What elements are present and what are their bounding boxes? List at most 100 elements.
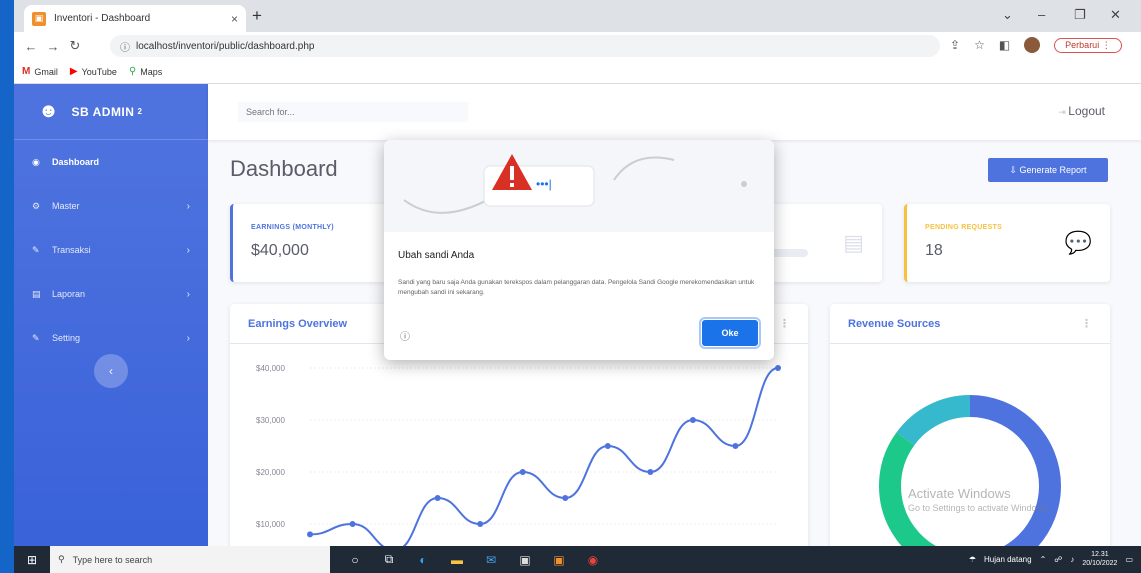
bookmark-label: Gmail: [34, 66, 58, 77]
stat-label: PENDING REQUESTS: [925, 224, 1003, 231]
comments-icon: 💬: [1064, 230, 1092, 255]
data-point: [477, 521, 484, 527]
sidebar-item-label: Dashboard: [52, 157, 100, 167]
data-point: [775, 365, 781, 371]
dialog-title: Ubah sandi Anda: [398, 250, 475, 261]
ok-button[interactable]: Oke: [699, 317, 761, 349]
logout-link[interactable]: ⇥ Logout: [1058, 104, 1105, 118]
y-tick-label: $40,000: [256, 364, 285, 373]
taskbar-search-placeholder: Type here to search: [72, 554, 153, 565]
sidebar-item-laporan[interactable]: ▤ Laporan ›: [14, 272, 208, 316]
taskbar-clock[interactable]: 12.31 20/10/2022: [1082, 551, 1117, 567]
wrench-icon: ✎: [32, 244, 40, 255]
sidebar-item-label: Setting: [52, 333, 81, 343]
weather-text[interactable]: Hujan datang: [984, 555, 1032, 564]
clipboard-icon: ▤: [843, 230, 864, 255]
file-explorer-icon[interactable]: ▬: [446, 550, 468, 570]
password-warning-illustration: •••|: [403, 154, 747, 214]
clock-time: 12.31: [1091, 551, 1109, 559]
tab-favicon-icon: ▣: [32, 11, 46, 26]
generate-report-button[interactable]: ⇩ Generate Report: [988, 158, 1108, 182]
bookmark-maps[interactable]: ⚲ Maps: [129, 66, 162, 77]
chevron-right-icon: ›: [186, 200, 190, 212]
data-point: [689, 417, 696, 423]
sidebar-brand[interactable]: ☻ SB ADMIN 2: [14, 84, 208, 140]
cortana-icon[interactable]: ○: [344, 550, 366, 570]
watermark-title: Activate Windows: [908, 486, 1011, 501]
data-point: [307, 531, 313, 538]
sidepanel-icon[interactable]: ◧: [999, 38, 1010, 52]
brand-superscript: 2: [137, 107, 143, 116]
more-options-icon[interactable]: ⋮: [779, 317, 790, 330]
revenue-donut-chart: [879, 395, 1061, 546]
new-tab-button[interactable]: +: [252, 6, 262, 26]
windows-start-icon[interactable]: ⊞: [14, 553, 50, 567]
sidebar-item-label: Laporan: [52, 289, 86, 299]
task-view-icon[interactable]: ⧉: [378, 550, 400, 570]
edge-icon[interactable]: ◐: [412, 550, 434, 570]
browser-tab[interactable]: ▣ Inventori - Dashboard ×: [24, 5, 246, 32]
reload-icon[interactable]: ↻: [64, 38, 86, 54]
data-point: [604, 443, 611, 449]
browser-tab-bar: ▣ Inventori - Dashboard × + ⌄ – ❐ ✕: [14, 0, 1141, 32]
back-icon[interactable]: ←: [20, 39, 42, 54]
bookmark-youtube[interactable]: ▶ YouTube: [70, 66, 117, 77]
topbar: ⇥ Logout: [208, 84, 1141, 140]
share-icon[interactable]: ⇪: [950, 38, 960, 52]
search-icon: ⚲: [58, 554, 65, 564]
data-point: [732, 443, 739, 449]
bookmark-label: Maps: [140, 66, 163, 77]
brand-text: SB ADMIN: [71, 104, 135, 119]
y-tick-label: $30,000: [256, 416, 285, 425]
earnings-line-chart: $40,000 $30,000 $20,000 $10,000: [256, 364, 781, 546]
update-button[interactable]: Perbarui ⋮: [1054, 37, 1122, 53]
stat-value: $40,000: [251, 242, 309, 259]
chevron-down-icon[interactable]: ⌄: [1002, 7, 1013, 23]
close-window-icon[interactable]: ✕: [1110, 7, 1121, 23]
site-info-icon[interactable]: ⓘ: [120, 39, 130, 54]
notification-icon[interactable]: ▭: [1125, 555, 1133, 564]
network-icon[interactable]: ☍: [1054, 555, 1062, 564]
data-point: [647, 469, 654, 475]
system-tray: ☂ Hujan datang ⌃ ☍ ♪ 12.31 20/10/2022 ▭: [969, 546, 1133, 573]
info-icon[interactable]: ⓘ: [400, 328, 410, 343]
restore-icon[interactable]: ❐: [1074, 7, 1086, 23]
dialog-illustration: •••|: [384, 140, 774, 232]
wrench-icon: ✎: [32, 332, 40, 343]
bookmark-gmail[interactable]: M Gmail: [22, 66, 58, 77]
sidebar-item-transaksi[interactable]: ✎ Transaksi ›: [14, 228, 208, 272]
sidebar-item-master[interactable]: ⚙ Master ›: [14, 184, 208, 228]
store-icon[interactable]: ▣: [514, 550, 536, 570]
dashboard-icon: ◉: [32, 156, 40, 167]
chrome-icon[interactable]: ◉: [582, 550, 604, 570]
cog-icon: ⚙: [32, 200, 41, 211]
sidebar-item-label: Transaksi: [52, 245, 91, 255]
chevron-right-icon: ›: [186, 244, 190, 256]
earnings-series-line: [309, 367, 779, 546]
mail-icon[interactable]: ✉: [480, 550, 502, 570]
volume-icon[interactable]: ♪: [1070, 555, 1074, 564]
stat-value: 18: [925, 242, 943, 259]
more-options-icon[interactable]: ⋮: [1081, 317, 1092, 330]
xampp-icon[interactable]: ▣: [548, 550, 570, 570]
sidebar-item-dashboard[interactable]: ◉ Dashboard: [14, 140, 208, 184]
page-title: Dashboard: [230, 156, 338, 181]
tab-close-icon[interactable]: ×: [231, 12, 238, 26]
chevron-right-icon: ›: [186, 288, 190, 300]
url-field[interactable]: ⓘ localhost/inventori/public/dashboard.p…: [110, 35, 940, 57]
minimize-icon[interactable]: –: [1038, 7, 1045, 22]
star-icon[interactable]: ☆: [974, 38, 985, 52]
bookmark-label: YouTube: [81, 66, 117, 77]
chevron-up-icon[interactable]: ⌃: [1040, 555, 1047, 564]
logout-icon: ⇥: [1058, 107, 1069, 117]
search-input[interactable]: [238, 102, 468, 122]
clock-date: 20/10/2022: [1082, 559, 1118, 567]
web-page: ☻ SB ADMIN 2 ◉ Dashboard ⚙ Master › ✎ Tr…: [14, 84, 1141, 546]
data-point: [349, 521, 356, 527]
taskbar-search[interactable]: ⚲ Type here to search: [50, 546, 330, 573]
activate-windows-watermark: Activate Windows Go to Settings to activ…: [908, 486, 1050, 513]
forward-icon[interactable]: →: [42, 39, 64, 54]
profile-avatar[interactable]: [1024, 37, 1041, 53]
sidebar-toggle-button[interactable]: ‹: [94, 354, 128, 388]
table-icon: ▤: [32, 288, 41, 299]
